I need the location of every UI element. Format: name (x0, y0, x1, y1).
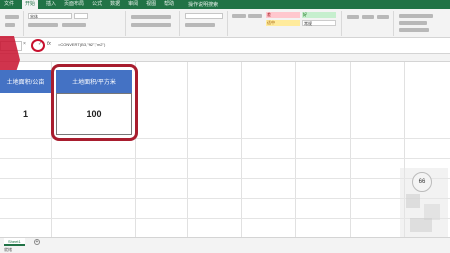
status-bar: 就绪 (0, 246, 450, 253)
format-table-button[interactable] (248, 14, 262, 18)
highlight-circle (31, 39, 45, 52)
style-neutral[interactable]: 适中 (266, 20, 300, 26)
align-buttons[interactable] (131, 15, 171, 19)
font-name-select[interactable]: 宋体 (28, 13, 72, 19)
header-cell-area-are[interactable]: 土地面积/公亩 (0, 70, 51, 93)
grid-line (0, 158, 450, 159)
cancel-icon[interactable]: × (23, 41, 26, 47)
excel-window: 文件 开始 插入 页面布局 公式 数据 审阅 视图 帮助 操作说明搜索 宋体 差… (0, 0, 450, 253)
progress-badge: 66 (412, 172, 432, 192)
formula-input[interactable]: =CONVERT(B3,"ft2","m2") (58, 42, 105, 47)
grid-line (295, 62, 296, 237)
tab-home[interactable]: 开始 (22, 0, 39, 9)
add-sheet-icon[interactable]: + (34, 239, 40, 245)
editing-group (396, 11, 448, 36)
fx-icon[interactable]: fx (47, 41, 51, 47)
grid-line (0, 218, 450, 219)
fill-button[interactable] (399, 21, 427, 25)
value-cell-area-are[interactable]: 1 (0, 93, 51, 135)
tab-formulas[interactable]: 公式 (92, 0, 102, 9)
clipboard-group (2, 11, 24, 36)
conditional-format-button[interactable] (232, 14, 246, 18)
tab-help[interactable]: 帮助 (164, 0, 174, 9)
number-format-select[interactable] (185, 13, 223, 19)
cells-group (344, 11, 394, 36)
sheet-tab-bar: Sheet1 + (0, 237, 450, 246)
format-cells-button[interactable] (377, 15, 389, 19)
font-group: 宋体 (26, 11, 126, 36)
highlight-frame (51, 64, 138, 141)
styles-group: 差 好 适中 常规 (230, 11, 342, 36)
column-headers (0, 54, 450, 62)
bold-italic-underline[interactable] (28, 23, 58, 27)
style-good[interactable]: 好 (302, 12, 336, 18)
merge-buttons[interactable] (131, 23, 171, 27)
number-group (182, 11, 228, 36)
clear-button[interactable] (399, 28, 429, 32)
grid-line (241, 62, 242, 237)
paste-button[interactable] (5, 15, 19, 19)
tab-page-layout[interactable]: 页面布局 (64, 0, 84, 9)
status-text: 就绪 (4, 247, 12, 252)
tab-view[interactable]: 视图 (146, 0, 156, 9)
fill-color-button[interactable] (62, 23, 86, 27)
sheet-tab-sheet1[interactable]: Sheet1 (4, 238, 25, 246)
formula-bar: × ✓ fx =CONVERT(B3,"ft2","m2") (0, 38, 450, 54)
style-bad[interactable]: 差 (266, 12, 300, 18)
delete-cells-button[interactable] (362, 15, 374, 19)
tell-me-search[interactable]: 操作说明搜索 (188, 1, 218, 8)
autosum-button[interactable] (399, 14, 433, 18)
tab-file[interactable]: 文件 (4, 0, 14, 9)
alignment-group (128, 11, 180, 36)
grid-line (0, 178, 450, 179)
copy-button[interactable] (5, 23, 15, 27)
tab-review[interactable]: 审阅 (128, 0, 138, 9)
grid-line (350, 62, 351, 237)
style-normal[interactable]: 常规 (302, 20, 336, 26)
ribbon-tab-bar: 文件 开始 插入 页面布局 公式 数据 审阅 视图 帮助 操作说明搜索 (0, 0, 450, 9)
font-size-select[interactable] (74, 13, 88, 19)
ribbon: 宋体 差 好 适中 常规 (0, 9, 450, 38)
tab-data[interactable]: 数据 (110, 0, 120, 9)
insert-cells-button[interactable] (347, 15, 359, 19)
tab-insert[interactable]: 插入 (46, 0, 56, 9)
number-buttons[interactable] (185, 23, 215, 27)
grid-line (187, 62, 188, 237)
grid-line (0, 198, 450, 199)
font-name-value: 宋体 (30, 14, 38, 19)
